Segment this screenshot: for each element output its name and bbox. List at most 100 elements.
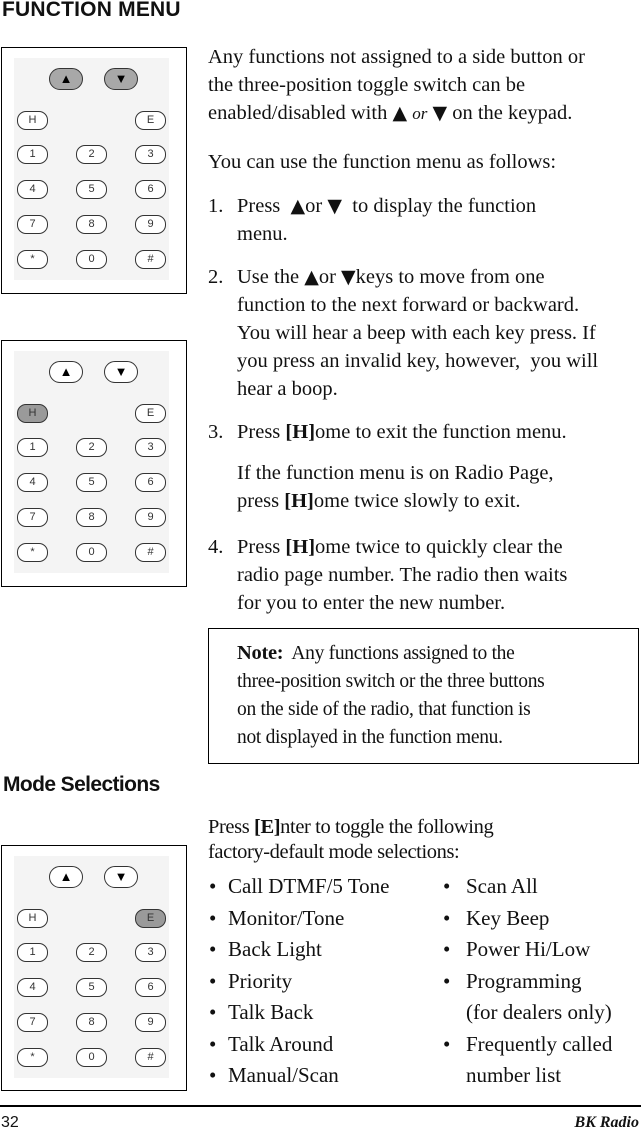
- mode-label: Frequently called: [466, 1031, 613, 1056]
- home-key-label: [H]: [284, 490, 314, 512]
- up-arrow-icon: ▲: [290, 195, 306, 217]
- text: Any functions assigned to the: [291, 643, 515, 664]
- keypad-key-6: 6: [135, 978, 166, 997]
- enter-key-label: [E]: [254, 816, 281, 838]
- mode-item: • Back Light: [209, 934, 389, 966]
- step-number: 2.: [208, 266, 224, 288]
- note-line: three-position switch or the three butto…: [237, 671, 545, 692]
- keypad-key-6: 6: [135, 180, 166, 199]
- keypad-key-star: *: [17, 543, 48, 562]
- text: to display the function: [352, 195, 537, 217]
- text: Press: [237, 195, 281, 217]
- down-arrow-icon: ▼: [341, 266, 356, 288]
- page-title: FUNCTION MENU: [2, 0, 181, 21]
- keypad-key-0: 0: [76, 1048, 107, 1067]
- up-arrow-key-icon: ▲: [49, 866, 83, 888]
- step-line: for you to enter the new number.: [237, 592, 506, 614]
- mode-label: (for dealers only): [466, 1000, 612, 1024]
- keypad-key-3: 3: [135, 438, 166, 457]
- step-line: Press [H]ome twice to quickly clear the: [237, 533, 567, 561]
- mode-label: number list: [466, 1063, 562, 1087]
- step-line: Press [H]ome to exit the function menu.: [237, 418, 567, 446]
- mode-item: (for dealers only): [443, 997, 612, 1029]
- keypad-panel: ▲ ▼ H E 1 2 3 4 5 6 7 8 9 * 0 #: [14, 856, 169, 1078]
- text: keys to move from one: [355, 266, 545, 288]
- mode-item: • Call DTMF/5 Tone: [209, 871, 389, 903]
- mode-label: Key Beep: [466, 905, 550, 930]
- note-line: on the side of the radio, that function …: [237, 699, 531, 720]
- text: or: [412, 104, 428, 123]
- keypad-key-3: 3: [135, 943, 166, 962]
- text: Press: [237, 421, 281, 443]
- keypad-key-9: 9: [135, 1013, 166, 1032]
- keypad-key-3: 3: [135, 145, 166, 164]
- keypad-key-9: 9: [135, 508, 166, 527]
- text: or: [305, 195, 323, 217]
- intro-line: the three-position toggle switch can be: [208, 74, 526, 96]
- text: ome twice to quickly clear the: [315, 536, 563, 558]
- step-line: If the function menu is on Radio Page,: [237, 462, 554, 484]
- mode-item: • Priority: [209, 966, 389, 998]
- mode-item: • Talk Around: [209, 1029, 389, 1061]
- note-line: not displayed in the function menu.: [237, 727, 503, 748]
- note-line: Note: Any functions assigned to the: [237, 639, 544, 668]
- up-arrow-key-icon: ▲: [49, 68, 83, 90]
- keypad-key-star: *: [17, 250, 48, 269]
- footer-divider: [0, 1105, 641, 1107]
- keypad-key-2: 2: [76, 943, 107, 962]
- mode-label: Talk Back: [228, 1000, 314, 1024]
- keypad-key-star: *: [17, 1048, 48, 1067]
- text: Use the: [237, 266, 300, 288]
- mode-item: • Programming: [443, 966, 612, 998]
- keypad-key-pound: #: [135, 250, 166, 269]
- keypad-key-7: 7: [17, 508, 48, 527]
- home-key-label: [H]: [285, 421, 316, 443]
- keypad-key-5: 5: [76, 978, 107, 997]
- text: press: [237, 490, 280, 512]
- keypad-key-enter: E: [135, 404, 166, 423]
- mode-label: Monitor/Tone: [228, 905, 345, 930]
- mode-item: • Frequently called: [443, 1029, 612, 1061]
- up-arrow-key-icon: ▲: [49, 361, 83, 383]
- keypad-key-9: 9: [135, 215, 166, 234]
- note-box: Note: Any functions assigned to the thre…: [208, 628, 639, 764]
- bullet-icon: •: [443, 874, 451, 898]
- text: or: [318, 266, 336, 288]
- bullet-icon: •: [209, 937, 217, 961]
- down-arrow-icon: ▼: [432, 102, 448, 124]
- up-arrow-icon: ▲: [304, 266, 319, 288]
- keypad-key-enter: E: [135, 909, 166, 928]
- keypad-key-5: 5: [76, 473, 107, 492]
- keypad-key-1: 1: [17, 145, 48, 164]
- bullet-icon: •: [443, 1031, 451, 1056]
- keypad-key-pound: #: [135, 1048, 166, 1067]
- keypad-key-4: 4: [17, 180, 48, 199]
- mode-label: Manual/Scan: [228, 1063, 339, 1087]
- keypad-key-home: H: [17, 111, 48, 130]
- mode-label: Priority: [228, 968, 293, 993]
- mode-list-left: • Call DTMF/5 Tone • Monitor/Tone • Back Ligh…: [209, 871, 389, 1092]
- step-number: 4.: [208, 536, 224, 558]
- step-number: 3.: [208, 421, 224, 443]
- text: ome to exit the function menu.: [315, 421, 567, 443]
- mode-item: • Power Hi/Low: [443, 934, 612, 966]
- step-line: you press an invalid key, however, you w…: [237, 350, 599, 372]
- keypad-key-8: 8: [76, 508, 107, 527]
- keypad-key-2: 2: [76, 438, 107, 457]
- step-line: menu.: [237, 223, 288, 245]
- keypad-key-8: 8: [76, 1013, 107, 1032]
- text: Press: [237, 536, 281, 558]
- intro-paragraph: Any functions not assigned to a side but…: [208, 43, 641, 128]
- bullet-icon: •: [443, 968, 451, 993]
- step-line: Press ▲or ▼ to display the function: [237, 192, 536, 220]
- step-line: press [H]ome twice slowly to exit.: [237, 487, 567, 515]
- mode-label: Back Light: [228, 937, 322, 961]
- keypad-figure-nav: ▲ ▼ H E 1 2 3 4 5 6 7 8 9 * 0 #: [1, 47, 187, 294]
- intro-line: enabled/disabled with ▲ or ▼ on the keyp…: [208, 99, 641, 128]
- intro-line: Any functions not assigned to a side but…: [208, 46, 585, 68]
- bullet-icon: •: [443, 937, 451, 961]
- text: on the keypad.: [452, 102, 573, 124]
- keypad-key-pound: #: [135, 543, 166, 562]
- text: ome twice slowly to exit.: [313, 490, 521, 512]
- step-line: hear a boop.: [237, 378, 338, 400]
